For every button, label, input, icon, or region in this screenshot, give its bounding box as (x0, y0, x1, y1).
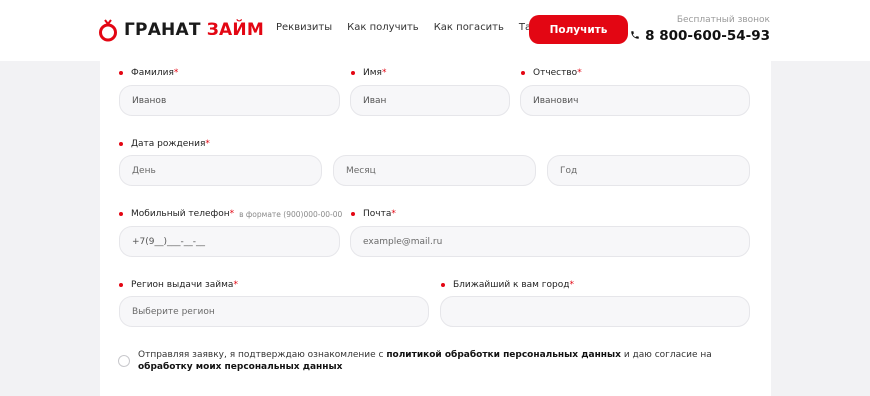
email-input[interactable]: example@mail.ru (350, 226, 750, 257)
mobile-format-hint: в формате (900)000-00-00 (239, 209, 343, 219)
mobile-phone-input[interactable]: +7(9__)___-__-__ (119, 226, 340, 257)
phone-number: 8 800-600-54-93 (645, 28, 770, 44)
phone-link[interactable]: 8 800-600-54-93 (630, 28, 770, 44)
nav-item-requisites[interactable]: Реквизиты (276, 22, 332, 33)
consent-checkbox[interactable] (118, 355, 130, 367)
consent-text: Отправляя заявку, я подтверждаю ознакомл… (138, 350, 712, 372)
birth-month-select[interactable]: Месяц (333, 155, 536, 186)
get-loan-button[interactable]: Получить (529, 15, 628, 44)
main-nav: Реквизиты Как получить Как погасить Тари… (276, 22, 560, 33)
region-label: Регион выдачи займа * (119, 280, 238, 290)
logo-text: ГРАНАТ ЗАЙМ (124, 20, 264, 40)
email-label: Почта * (351, 209, 396, 219)
birthdate-label: Дата рождения * (119, 139, 210, 149)
pomegranate-icon (98, 18, 118, 42)
surname-input[interactable]: Иванов (119, 85, 340, 116)
birth-year-select[interactable]: Год (547, 155, 750, 186)
name-input[interactable]: Иван (350, 85, 510, 116)
personal-data-consent-link[interactable]: обработку моих персональных данных (138, 362, 342, 372)
city-label: Ближайший к вам город * (441, 280, 574, 290)
patronymic-input[interactable]: Иванович (520, 85, 750, 116)
mobile-label: Мобильный телефон * в формате (900)000-00-… (119, 209, 342, 219)
city-input[interactable] (440, 296, 750, 327)
patronymic-label: Отчество * (521, 68, 582, 78)
free-call-note: Бесплатный звонок (676, 15, 770, 25)
logo[interactable]: ГРАНАТ ЗАЙМ (98, 18, 264, 42)
nav-item-how-to-get[interactable]: Как получить (347, 22, 419, 33)
phone-icon (630, 28, 640, 44)
birth-day-select[interactable]: День (119, 155, 322, 186)
consent-row: Отправляя заявку, я подтверждаю ознакомл… (118, 349, 758, 373)
name-label: Имя * (351, 68, 386, 78)
nav-item-how-to-repay[interactable]: Как погасить (434, 22, 504, 33)
site-header: ГРАНАТ ЗАЙМ Реквизиты Как получить Как п… (0, 0, 870, 61)
region-select[interactable]: Выберите регион (119, 296, 429, 327)
surname-label: Фамилия * (119, 68, 178, 78)
privacy-policy-link[interactable]: политикой обработки персональных данных (386, 350, 621, 360)
